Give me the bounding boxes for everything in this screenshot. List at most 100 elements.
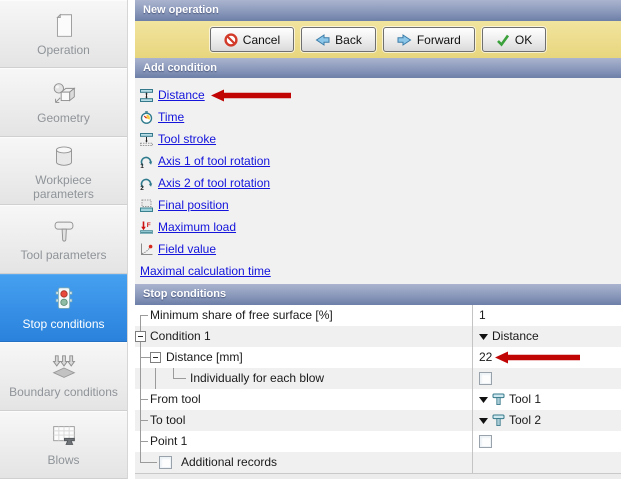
table-row: Point 1 bbox=[135, 431, 621, 452]
row-label-cell: Distance [mm] bbox=[135, 347, 472, 368]
sidebar-item-geometry[interactable]: Geometry bbox=[0, 68, 127, 137]
field-value-icon bbox=[140, 243, 153, 256]
row-label-cell: Condition 1 bbox=[135, 326, 472, 347]
section-title: Add condition bbox=[143, 62, 217, 74]
operation-icon bbox=[49, 11, 79, 41]
row-label: Individually for each blow bbox=[190, 371, 325, 385]
button-label: Forward bbox=[416, 32, 461, 47]
sidebar-item-blows[interactable]: Blows bbox=[0, 410, 127, 479]
back-button[interactable]: Back bbox=[301, 27, 376, 52]
table-row: To tool Tool 2 bbox=[135, 410, 621, 431]
main-panel: New operation Cancel Back Forward OK Add… bbox=[135, 0, 621, 479]
row-value-input[interactable]: 22 bbox=[472, 347, 621, 368]
row-label: Minimum share of free surface [%] bbox=[150, 308, 333, 322]
checkbox-unchecked[interactable] bbox=[479, 372, 492, 385]
sidebar: Operation Geometry Workpiece parameters … bbox=[0, 0, 128, 479]
row-label: Distance [mm] bbox=[166, 350, 243, 364]
dropdown-caret-icon bbox=[479, 396, 488, 403]
link-time[interactable]: Time bbox=[135, 106, 621, 128]
row-value-cell[interactable] bbox=[472, 452, 621, 473]
row-value: 22 bbox=[479, 350, 493, 364]
link-label: Time bbox=[158, 110, 185, 124]
link-field-value[interactable]: Field value bbox=[135, 238, 621, 260]
sidebar-item-label: Geometry bbox=[37, 111, 90, 126]
link-label: Field value bbox=[158, 242, 217, 256]
button-label: Cancel bbox=[242, 32, 281, 47]
dropdown-caret-icon bbox=[479, 417, 488, 424]
row-label-cell: Minimum share of free surface [%] bbox=[135, 305, 472, 326]
ok-button[interactable]: OK bbox=[481, 27, 547, 52]
link-maximum-load[interactable]: F Maximum load bbox=[135, 216, 621, 238]
row-label: Point 1 bbox=[150, 434, 188, 448]
geometry-icon bbox=[49, 79, 79, 109]
sidebar-item-label: Workpiece parameters bbox=[33, 172, 94, 201]
row-value-checkbox[interactable] bbox=[472, 431, 621, 452]
stop-conditions-table: Minimum share of free surface [%] 1 Cond… bbox=[135, 305, 621, 473]
link-label: Final position bbox=[158, 198, 229, 212]
sidebar-item-tool-parameters[interactable]: Tool parameters bbox=[0, 205, 127, 274]
checkbox-unchecked[interactable] bbox=[479, 435, 492, 448]
axis2-rotation-icon: 2 bbox=[140, 177, 153, 190]
forward-arrow-icon bbox=[397, 33, 412, 47]
row-value: 1 bbox=[479, 308, 486, 322]
row-label-cell: From tool bbox=[135, 389, 472, 410]
table-row: Individually for each blow bbox=[135, 368, 621, 389]
svg-text:2: 2 bbox=[140, 184, 144, 189]
link-label: Maximum load bbox=[158, 220, 237, 234]
link-label: Tool stroke bbox=[158, 132, 217, 146]
sidebar-item-workpiece-parameters[interactable]: Workpiece parameters bbox=[0, 136, 127, 206]
row-value: Tool 1 bbox=[509, 392, 542, 406]
forward-button[interactable]: Forward bbox=[382, 27, 475, 52]
traffic-light-icon bbox=[49, 285, 79, 315]
tool-icon bbox=[492, 393, 505, 406]
link-final-position[interactable]: Final position bbox=[135, 194, 621, 216]
svg-text:F: F bbox=[147, 222, 151, 229]
maximum-load-icon: F bbox=[140, 221, 153, 234]
row-label: From tool bbox=[150, 392, 201, 406]
table-row: Condition 1 Distance bbox=[135, 326, 621, 347]
boundary-arrows-icon bbox=[49, 353, 79, 383]
window-title: New operation bbox=[143, 4, 219, 16]
ok-check-icon bbox=[496, 33, 510, 47]
link-axis2-rotation[interactable]: 2 Axis 2 of tool rotation bbox=[135, 172, 621, 194]
link-axis1-rotation[interactable]: 1 Axis 1 of tool rotation bbox=[135, 150, 621, 172]
add-condition-header: Add condition bbox=[135, 58, 621, 78]
link-distance[interactable]: Distance bbox=[135, 84, 621, 106]
blows-grid-anvil-icon bbox=[49, 421, 79, 451]
row-value-checkbox[interactable] bbox=[472, 368, 621, 389]
row-label: To tool bbox=[150, 413, 186, 427]
row-label-cell: Point 1 bbox=[135, 431, 472, 452]
link-label: Distance bbox=[158, 88, 205, 102]
row-value-dropdown[interactable]: Tool 1 bbox=[472, 389, 621, 410]
stop-conditions-header: Stop conditions bbox=[135, 284, 621, 305]
collapse-box-icon[interactable] bbox=[150, 352, 161, 363]
dropdown-caret-icon bbox=[479, 333, 488, 340]
checkbox-unchecked[interactable] bbox=[159, 456, 172, 469]
back-arrow-icon bbox=[315, 33, 330, 47]
row-value-dropdown[interactable]: Distance bbox=[472, 326, 621, 347]
axis1-rotation-icon: 1 bbox=[140, 155, 153, 168]
sidebar-item-stop-conditions[interactable]: Stop conditions bbox=[0, 273, 127, 343]
table-row: Distance [mm] 22 bbox=[135, 347, 621, 368]
row-value-dropdown[interactable]: Tool 2 bbox=[472, 410, 621, 431]
link-tool-stroke[interactable]: Tool stroke bbox=[135, 128, 621, 150]
collapse-box-icon[interactable] bbox=[135, 331, 146, 342]
row-value: Distance bbox=[492, 329, 539, 343]
tool-stroke-icon bbox=[140, 132, 153, 146]
sidebar-item-label: Boundary conditions bbox=[9, 384, 118, 399]
row-label: Condition 1 bbox=[150, 329, 211, 343]
link-label: Axis 1 of tool rotation bbox=[158, 154, 271, 168]
wizard-toolbar: Cancel Back Forward OK bbox=[135, 21, 621, 58]
sidebar-item-label: Stop conditions bbox=[22, 316, 105, 331]
sidebar-item-boundary-conditions[interactable]: Boundary conditions bbox=[0, 342, 127, 411]
button-label: Back bbox=[335, 32, 362, 47]
annotation-arrow-distance-value bbox=[495, 351, 580, 364]
sidebar-item-label: Operation bbox=[37, 42, 90, 57]
window-title-bar: New operation bbox=[135, 0, 621, 21]
link-label: Maximal calculation time bbox=[140, 264, 271, 278]
link-maximal-calculation-time[interactable]: Maximal calculation time bbox=[135, 260, 621, 282]
add-condition-list: Distance Time Tool stroke 1 Axis 1 of to… bbox=[135, 78, 621, 284]
cancel-button[interactable]: Cancel bbox=[209, 27, 295, 52]
sidebar-item-operation[interactable]: Operation bbox=[0, 0, 127, 69]
row-value-cell[interactable]: 1 bbox=[472, 305, 621, 326]
